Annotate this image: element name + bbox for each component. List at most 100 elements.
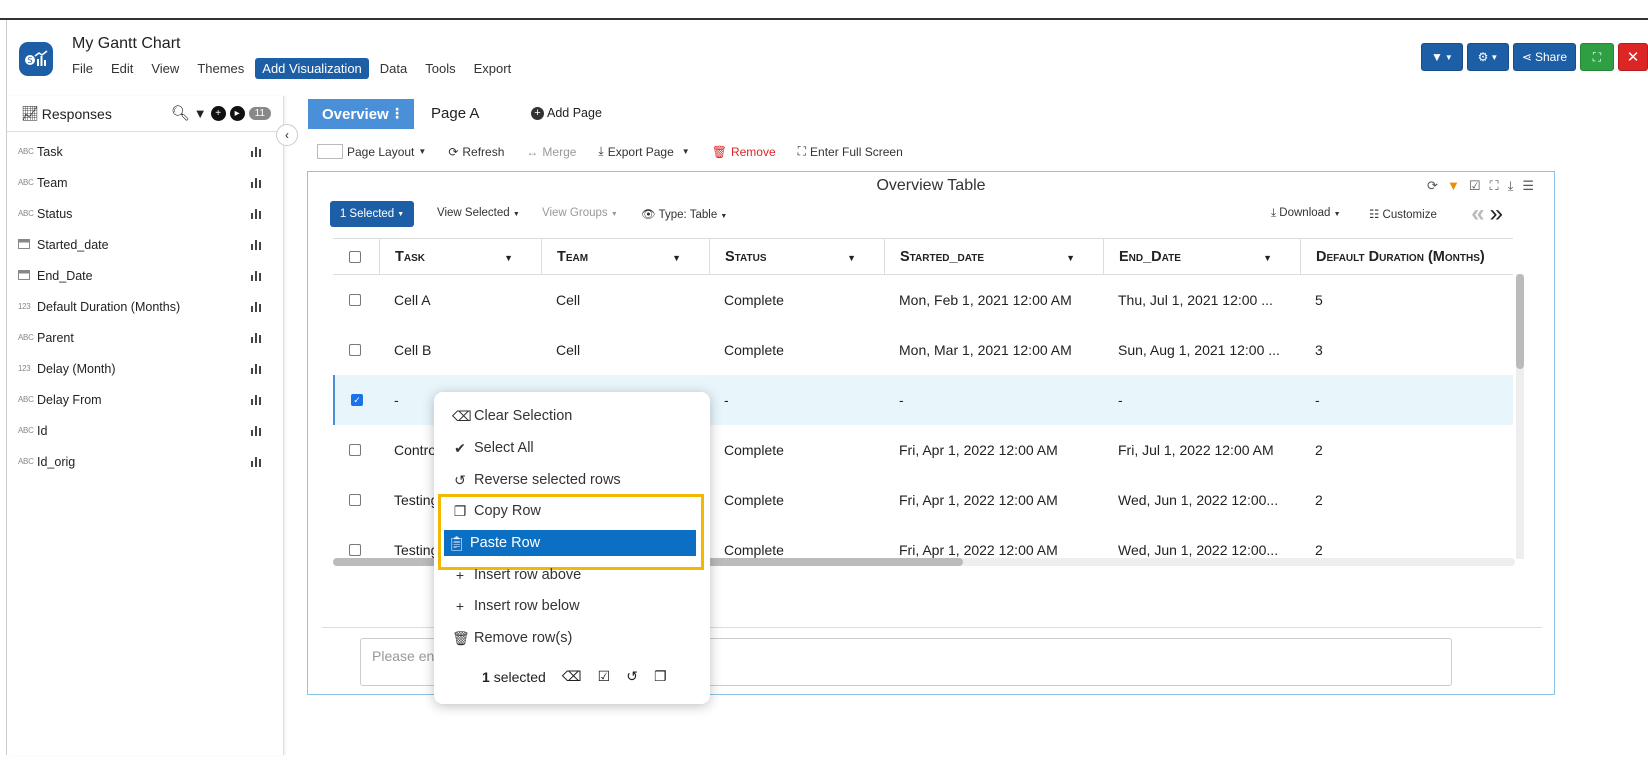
column-header-started-date[interactable]: Started_date ▼ — [884, 239, 1103, 274]
view-groups-button[interactable]: View Groups ▼ — [542, 207, 618, 219]
menu-remove-rows[interactable]: 🗑︎ Remove row(s) — [448, 625, 696, 651]
history-icon[interactable]: ↺ — [626, 668, 638, 685]
field-item[interactable]: ABC Task — [7, 136, 283, 167]
caret-down-icon[interactable]: ▼ — [847, 253, 856, 263]
menu-add-visualization[interactable]: Add Visualization — [255, 58, 369, 79]
add-field-icon[interactable]: + — [210, 105, 226, 121]
customize-button[interactable]: ☷ Customize — [1369, 207, 1437, 221]
bar-chart-icon[interactable] — [251, 239, 261, 253]
selected-count-button[interactable]: 1 Selected ▼ — [330, 201, 414, 227]
menu-tools[interactable]: Tools — [418, 58, 462, 79]
refresh-icon[interactable]: ⟳ — [1427, 178, 1438, 194]
copy-icon[interactable]: ❐ — [654, 668, 667, 685]
table-cell[interactable]: 5 — [1300, 275, 1513, 325]
bar-chart-icon[interactable] — [251, 394, 261, 408]
bar-chart-icon[interactable] — [251, 270, 261, 284]
table-cell[interactable]: 3 — [1300, 325, 1513, 375]
table-cell[interactable]: Cell B — [379, 325, 541, 375]
bar-chart-icon[interactable] — [251, 425, 261, 439]
bar-chart-icon[interactable] — [251, 301, 261, 315]
column-header-task[interactable]: Task ▼ — [379, 239, 541, 274]
filter-icon[interactable]: ▼ — [194, 106, 207, 121]
table-cell[interactable]: Sun, Aug 1, 2021 12:00 ... — [1103, 325, 1300, 375]
filter-dropdown-button[interactable]: ▼ ▼ — [1420, 43, 1463, 71]
table-cell[interactable]: Fri, Apr 1, 2022 12:00 AM — [884, 425, 1103, 475]
caret-down-icon[interactable]: ▼ — [504, 253, 513, 263]
menu-view[interactable]: View — [144, 58, 186, 79]
field-item[interactable]: ABC Team — [7, 167, 283, 198]
field-item[interactable]: End_Date — [7, 260, 283, 291]
menu-edit[interactable]: Edit — [104, 58, 140, 79]
menu-clear-selection[interactable]: ⌫ Clear Selection — [448, 403, 696, 429]
menu-themes[interactable]: Themes — [190, 58, 251, 79]
remove-page-button[interactable]: 🗑︎ Remove — [712, 145, 776, 159]
table-row[interactable]: Cell A Cell Complete Mon, Feb 1, 2021 12:00… — [333, 275, 1513, 325]
share-button[interactable]: ⋖ Share — [1512, 43, 1576, 71]
table-cell[interactable]: Complete — [709, 525, 884, 575]
table-cell[interactable]: - — [709, 375, 884, 425]
table-cell[interactable]: Cell — [541, 325, 709, 375]
bar-chart-icon[interactable] — [251, 456, 261, 470]
table-cell[interactable]: Fri, Jul 1, 2022 12:00 AM — [1103, 425, 1300, 475]
page-layout-button[interactable]: Page Layout ▼ — [317, 144, 426, 159]
close-button[interactable]: ✕ — [1618, 43, 1648, 71]
download-button[interactable]: ⤓ Download ▼ — [1271, 207, 1341, 220]
table-cell[interactable]: Fri, Apr 1, 2022 12:00 AM — [884, 525, 1103, 575]
row-checkbox[interactable] — [349, 294, 361, 306]
field-item[interactable]: ABC Status — [7, 198, 283, 229]
menu-insert-row-below[interactable]: + Insert row below — [448, 593, 696, 619]
checkbox-icon[interactable]: ☑ — [1469, 178, 1481, 194]
row-checkbox[interactable] — [349, 544, 361, 556]
table-cell[interactable]: Fri, Apr 1, 2022 12:00 AM — [884, 475, 1103, 525]
column-header-end-date[interactable]: End_Date ▼ — [1103, 239, 1300, 274]
caret-down-icon[interactable]: ▼ — [1066, 253, 1075, 263]
checkbox-icon[interactable]: ☑ — [598, 668, 611, 685]
table-cell[interactable]: 2 — [1300, 425, 1513, 475]
table-cell[interactable]: Wed, Jun 1, 2022 12:00... — [1103, 525, 1300, 575]
caret-down-icon[interactable]: ▼ — [1263, 253, 1272, 263]
view-selected-button[interactable]: View Selected ▼ — [437, 207, 520, 219]
table-cell[interactable]: - — [1300, 375, 1513, 425]
column-header-team[interactable]: Team ▼ — [541, 239, 709, 274]
column-header-default-duration[interactable]: Default Duration (Months) — [1300, 239, 1513, 274]
table-cell[interactable]: 2 — [1300, 475, 1513, 525]
bar-chart-icon[interactable] — [251, 208, 261, 222]
field-item[interactable]: 123 Delay (Month) — [7, 353, 283, 384]
filter-icon[interactable]: ▼ — [1447, 178, 1460, 194]
vertical-scrollbar[interactable] — [1516, 274, 1524, 559]
table-cell[interactable]: Complete — [709, 325, 884, 375]
table-row[interactable]: Cell B Cell Complete Mon, Mar 1, 2021 12:00… — [333, 325, 1513, 375]
eraser-icon[interactable]: ⌫ — [562, 668, 582, 685]
table-cell[interactable]: - — [1103, 375, 1300, 425]
search-icon[interactable]: 🔍︎ — [171, 104, 190, 122]
table-cell[interactable]: Complete — [709, 475, 884, 525]
field-item[interactable]: ABC Id — [7, 415, 283, 446]
previous-page-icon[interactable]: « — [1471, 200, 1489, 227]
caret-down-icon[interactable]: ▼ — [672, 253, 681, 263]
bar-chart-icon[interactable] — [251, 177, 261, 191]
table-cell[interactable]: Mon, Feb 1, 2021 12:00 AM — [884, 275, 1103, 325]
bar-chart-icon[interactable] — [251, 332, 261, 346]
menu-data[interactable]: Data — [373, 58, 414, 79]
tab-overview[interactable]: Overview ⋮ — [308, 99, 414, 129]
type-table-button[interactable]: 👁︎ Type: Table ▼ — [641, 207, 727, 221]
table-cell[interactable]: Cell A — [379, 275, 541, 325]
table-cell[interactable]: Complete — [709, 275, 884, 325]
collapse-sidebar-button[interactable]: ‹ — [276, 124, 298, 146]
refresh-button[interactable]: ⟳ Refresh — [448, 145, 504, 159]
menu-select-all[interactable]: ✔ Select All — [448, 435, 696, 461]
table-cell[interactable]: 2 — [1300, 525, 1513, 575]
settings-dropdown-button[interactable]: ⚙ ▼ — [1466, 43, 1509, 71]
table-cell[interactable]: Mon, Mar 1, 2021 12:00 AM — [884, 325, 1103, 375]
tab-menu-icon[interactable]: ⋮ — [390, 105, 404, 122]
field-item[interactable]: ABC Delay From — [7, 384, 283, 415]
column-header-status[interactable]: Status ▼ — [709, 239, 884, 274]
next-page-icon[interactable]: » — [1490, 200, 1508, 227]
menu-reverse-selected-rows[interactable]: ↺ Reverse selected rows — [448, 467, 696, 493]
menu-insert-row-above[interactable]: + Insert row above — [448, 562, 696, 588]
row-checkbox[interactable] — [349, 444, 361, 456]
enter-full-screen-button[interactable]: ⛶ Enter Full Screen — [798, 144, 903, 159]
row-checkbox[interactable]: ✓ — [351, 394, 363, 406]
field-item[interactable]: Started_date — [7, 229, 283, 260]
menu-file[interactable]: File — [65, 58, 100, 79]
